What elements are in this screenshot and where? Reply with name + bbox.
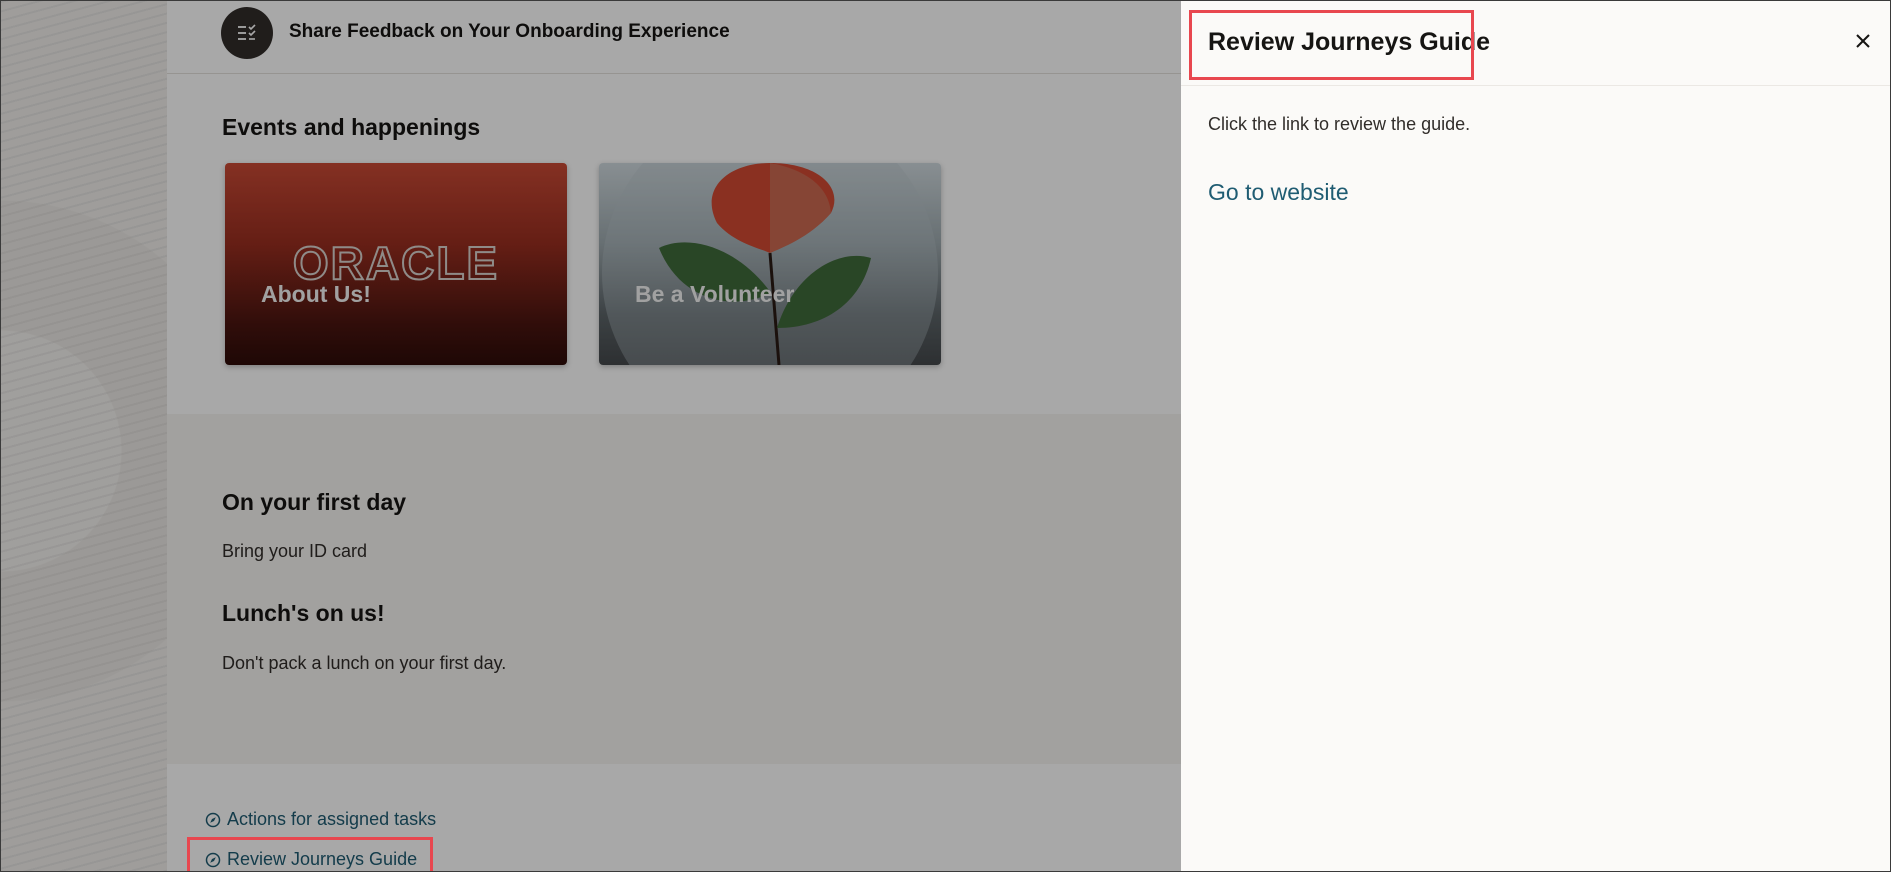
first-day-heading: On your first day (222, 489, 407, 515)
close-button[interactable] (1851, 29, 1875, 53)
left-decorative-background (1, 1, 167, 871)
compass-icon (205, 812, 221, 827)
first-day-text: Bring your ID card (222, 541, 368, 561)
about-us-label: About Us! (261, 281, 371, 307)
task-links-section: Actions for assigned tasks Review Journe… (167, 764, 1181, 871)
lunch-text: Don't pack a lunch on your first day. (222, 653, 507, 673)
review-journeys-guide-link[interactable]: Review Journeys Guide (205, 849, 417, 870)
drawer-title: Review Journeys Guide (1208, 28, 1491, 56)
drawer-header: Review Journeys Guide (1181, 1, 1890, 86)
checklist-icon[interactable] (221, 7, 273, 59)
be-a-volunteer-card[interactable]: Be a Volunteer (599, 163, 941, 365)
about-us-card[interactable]: ORACLE About Us! (225, 163, 567, 365)
actions-for-assigned-tasks-link[interactable]: Actions for assigned tasks (205, 809, 436, 830)
actions-link-label: Actions for assigned tasks (227, 809, 437, 829)
review-journeys-drawer: Review Journeys Guide Click the link to … (1181, 1, 1890, 871)
events-title: Events and happenings (222, 114, 481, 140)
feedback-title[interactable]: Share Feedback on Your Onboarding Experi… (289, 21, 730, 43)
lunch-heading: Lunch's on us! (222, 600, 385, 626)
info-section: On your first day Bring your ID card Lun… (167, 414, 1181, 764)
app-window: Share Feedback on Your Onboarding Experi… (0, 0, 1891, 872)
flower-illustration (602, 163, 938, 365)
events-section: Events and happenings ORACLE About Us! B… (167, 74, 1181, 414)
review-link-label: Review Journeys Guide (227, 849, 418, 869)
drawer-description: Click the link to review the guide. (1208, 114, 1471, 134)
be-a-volunteer-label: Be a Volunteer (635, 281, 795, 307)
main-content: Share Feedback on Your Onboarding Experi… (167, 1, 1181, 871)
close-icon (1856, 34, 1870, 48)
compass-icon (205, 852, 221, 867)
oracle-logo-image: ORACLE (292, 236, 498, 290)
feedback-header: Share Feedback on Your Onboarding Experi… (167, 1, 1181, 74)
go-to-website-link[interactable]: Go to website (1208, 179, 1349, 206)
